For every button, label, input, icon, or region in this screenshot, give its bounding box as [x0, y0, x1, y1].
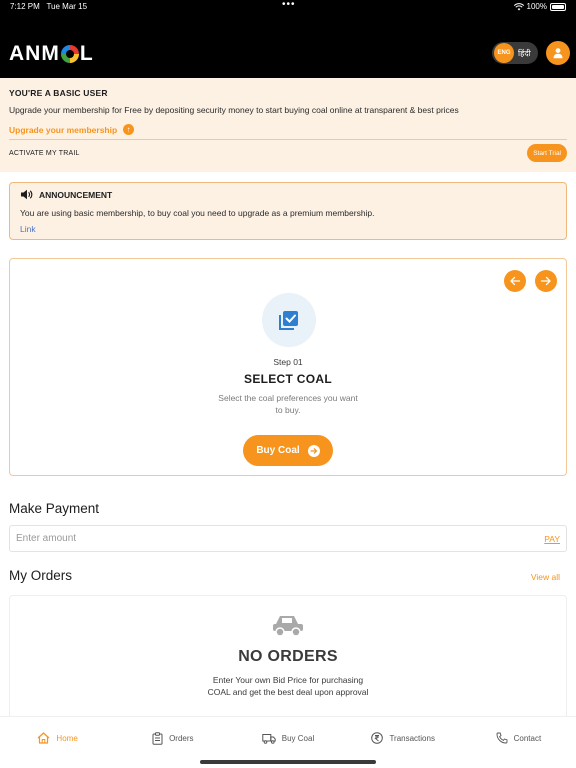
battery-percent: 100% [526, 2, 547, 11]
speaker-icon [21, 189, 33, 200]
tab-buy-coal-label: Buy Coal [281, 733, 315, 743]
clipboard-icon [152, 731, 163, 745]
status-time: 7:12 PM Tue Mar 15 [10, 2, 88, 11]
payment-box: PAY [9, 525, 567, 552]
battery-icon [550, 2, 566, 11]
announcement-header: ANNOUNCEMENT [20, 189, 556, 200]
divider [9, 139, 567, 140]
multitask-dots[interactable]: ••• [282, 0, 296, 10]
step-title: SELECT COAL [244, 372, 332, 386]
announcement-text: You are using basic membership, to buy c… [20, 208, 375, 218]
orders-empty-card: NO ORDERS Enter Your own Bid Price for p… [9, 595, 567, 735]
activate-trial-row: ACTIVATE MY TRAIL Start Trial [9, 144, 567, 162]
announcement-card: ANNOUNCEMENT You are using basic members… [9, 182, 567, 240]
language-toggle[interactable]: ENG हिंदी [492, 42, 538, 64]
make-payment-title: Make Payment [9, 501, 100, 516]
step-description: Select the coal preferences you want to … [218, 393, 358, 415]
announcement-link[interactable]: Link [20, 224, 556, 234]
tab-transactions-label: Transactions [389, 733, 435, 743]
user-icon [553, 48, 563, 59]
lang-english-option[interactable]: ENG [494, 43, 514, 63]
tab-transactions[interactable]: Transactions [346, 717, 461, 759]
status-indicators: 100% [513, 2, 566, 11]
start-trial-button[interactable]: Start Trial [527, 144, 567, 162]
activate-trail-label: ACTIVATE MY TRAIL [9, 149, 80, 157]
upgrade-membership-label: Upgrade your membership [9, 124, 118, 135]
status-bar: 7:12 PM Tue Mar 15 ••• 100% [0, 0, 576, 14]
tab-contact[interactable]: Contact [461, 717, 576, 759]
tab-home[interactable]: Home [0, 717, 115, 759]
lang-hindi-option[interactable]: हिंदी [518, 48, 531, 59]
arrow-right-circle-icon [307, 444, 320, 457]
arrow-right-icon [540, 276, 551, 286]
announcement-title: ANNOUNCEMENT [39, 189, 113, 200]
app-header: 7:12 PM Tue Mar 15 ••• 100% ANM L ENG हिं… [0, 0, 576, 78]
basic-user-title: YOU'RE A BASIC USER [9, 88, 108, 98]
checklist-icon [279, 311, 298, 330]
tab-orders-label: Orders [169, 733, 194, 743]
tab-orders[interactable]: Orders [115, 717, 230, 759]
home-icon [38, 732, 50, 744]
no-orders-title: NO ORDERS [238, 648, 338, 665]
truck-icon [270, 612, 306, 643]
tab-buy-coal[interactable]: Buy Coal [230, 717, 345, 759]
my-orders-title: My Orders [9, 568, 73, 583]
home-indicator[interactable] [200, 760, 376, 764]
arrow-up-icon: ↑ [123, 124, 135, 135]
basic-user-description: Upgrade your membership for Free by depo… [9, 105, 459, 115]
buy-coal-label: Buy Coal [256, 445, 300, 456]
step-icon-container [262, 293, 316, 347]
profile-button[interactable] [546, 41, 570, 65]
phone-icon [496, 732, 508, 744]
buy-steps-card: Step 01 SELECT COAL Select the coal pref… [9, 258, 567, 476]
pay-button[interactable]: PAY [544, 534, 560, 544]
no-orders-description: Enter Your own Bid Price for purchasing … [207, 675, 369, 697]
buy-coal-button[interactable]: Buy Coal [243, 435, 333, 466]
tab-home-label: Home [56, 733, 78, 743]
view-all-orders-link[interactable]: View all [531, 572, 560, 582]
wifi-icon [513, 2, 524, 10]
tab-contact-label: Contact [513, 733, 542, 743]
brand-logo: ANM L [9, 42, 94, 65]
arrow-left-icon [510, 276, 521, 286]
prev-step-button[interactable] [504, 270, 526, 292]
basic-user-banner: YOU'RE A BASIC USER Upgrade your members… [0, 78, 576, 172]
step-number: Step 01 [273, 357, 303, 367]
rupee-icon [371, 732, 384, 744]
logo-mark-icon [60, 45, 79, 63]
upgrade-membership-link[interactable]: Upgrade your membership ↑ [9, 124, 567, 135]
truck-icon [262, 733, 276, 744]
next-step-button[interactable] [535, 270, 557, 292]
amount-input[interactable] [16, 533, 545, 544]
